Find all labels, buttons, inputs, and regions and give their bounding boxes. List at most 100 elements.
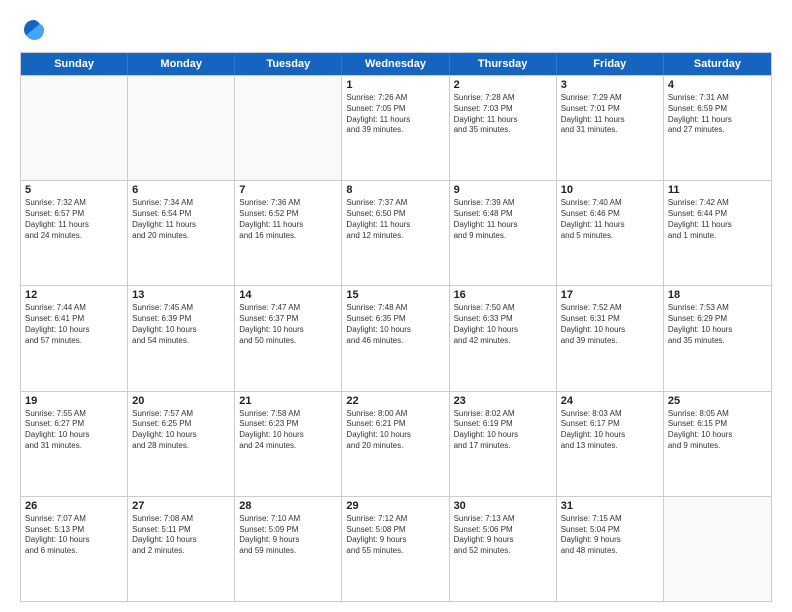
calendar-day-26: 26 Sunrise: 7:07 AM Sunset: 5:13 PM Dayli… xyxy=(21,497,128,601)
day-info: Sunrise: 7:10 AM Sunset: 5:09 PM Dayligh… xyxy=(239,514,337,557)
day-info: Sunrise: 7:57 AM Sunset: 6:25 PM Dayligh… xyxy=(132,409,230,452)
calendar-empty-cell xyxy=(21,76,128,180)
day-info: Sunrise: 7:28 AM Sunset: 7:03 PM Dayligh… xyxy=(454,93,552,136)
calendar-day-11: 11 Sunrise: 7:42 AM Sunset: 6:44 PM Dayli… xyxy=(664,181,771,285)
calendar-day-21: 21Sunrise: 7:58 AM Sunset: 6:23 PM Dayli… xyxy=(235,392,342,496)
day-info: Sunrise: 7:12 AM Sunset: 5:08 PM Dayligh… xyxy=(346,514,444,557)
day-number: 7 xyxy=(239,184,337,196)
day-number: 22 xyxy=(346,395,444,407)
day-number: 27 xyxy=(132,500,230,512)
day-number: 26 xyxy=(25,500,123,512)
header-day-monday: Monday xyxy=(128,53,235,75)
calendar-day-12: 12 Sunrise: 7:44 AM Sunset: 6:41 PM Dayli… xyxy=(21,286,128,390)
day-info: Sunrise: 7:29 AM Sunset: 7:01 PM Dayligh… xyxy=(561,93,659,136)
day-number: 17 xyxy=(561,289,659,301)
day-info: Sunrise: 7:42 AM Sunset: 6:44 PM Dayligh… xyxy=(668,198,767,241)
calendar-empty-cell xyxy=(235,76,342,180)
day-info: Sunrise: 7:26 AM Sunset: 7:05 PM Dayligh… xyxy=(346,93,444,136)
day-number: 25 xyxy=(668,395,767,407)
day-info: Sunrise: 8:03 AM Sunset: 6:17 PM Dayligh… xyxy=(561,409,659,452)
day-number: 10 xyxy=(561,184,659,196)
day-info: Sunrise: 7:34 AM Sunset: 6:54 PM Dayligh… xyxy=(132,198,230,241)
day-info: Sunrise: 7:39 AM Sunset: 6:48 PM Dayligh… xyxy=(454,198,552,241)
day-number: 12 xyxy=(25,289,123,301)
day-number: 6 xyxy=(132,184,230,196)
day-info: Sunrise: 7:31 AM Sunset: 6:59 PM Dayligh… xyxy=(668,93,767,136)
day-number: 14 xyxy=(239,289,337,301)
calendar-empty-cell xyxy=(128,76,235,180)
day-info: Sunrise: 7:08 AM Sunset: 5:11 PM Dayligh… xyxy=(132,514,230,557)
header-day-sunday: Sunday xyxy=(21,53,128,75)
calendar-day-6: 6 Sunrise: 7:34 AM Sunset: 6:54 PM Daylig… xyxy=(128,181,235,285)
day-number: 2 xyxy=(454,79,552,91)
calendar-empty-cell xyxy=(664,497,771,601)
day-number: 1 xyxy=(346,79,444,91)
header-day-wednesday: Wednesday xyxy=(342,53,449,75)
day-number: 19 xyxy=(25,395,123,407)
day-info: Sunrise: 7:36 AM Sunset: 6:52 PM Dayligh… xyxy=(239,198,337,241)
calendar-day-17: 17 Sunrise: 7:52 AM Sunset: 6:31 PM Dayli… xyxy=(557,286,664,390)
header-day-friday: Friday xyxy=(557,53,664,75)
day-info: Sunrise: 7:53 AM Sunset: 6:29 PM Dayligh… xyxy=(668,303,767,346)
calendar-day-1: 1 Sunrise: 7:26 AM Sunset: 7:05 PM Daylig… xyxy=(342,76,449,180)
calendar-row-3: 19 Sunrise: 7:55 AM Sunset: 6:27 PM Dayli… xyxy=(21,391,771,496)
calendar-day-8: 8 Sunrise: 7:37 AM Sunset: 6:50 PM Daylig… xyxy=(342,181,449,285)
day-info: Sunrise: 7:47 AM Sunset: 6:37 PM Dayligh… xyxy=(239,303,337,346)
day-info: Sunrise: 7:40 AM Sunset: 6:46 PM Dayligh… xyxy=(561,198,659,241)
day-number: 15 xyxy=(346,289,444,301)
day-number: 24 xyxy=(561,395,659,407)
calendar: SundayMondayTuesdayWednesdayThursdayFrid… xyxy=(20,52,772,602)
calendar-day-27: 27 Sunrise: 7:08 AM Sunset: 5:11 PM Dayli… xyxy=(128,497,235,601)
day-info: Sunrise: 7:32 AM Sunset: 6:57 PM Dayligh… xyxy=(25,198,123,241)
day-number: 9 xyxy=(454,184,552,196)
day-number: 11 xyxy=(668,184,767,196)
day-info: Sunrise: 8:02 AM Sunset: 6:19 PM Dayligh… xyxy=(454,409,552,452)
day-number: 20 xyxy=(132,395,230,407)
calendar-day-18: 18Sunrise: 7:53 AM Sunset: 6:29 PM Dayli… xyxy=(664,286,771,390)
logo xyxy=(20,16,52,44)
calendar-body: 1 Sunrise: 7:26 AM Sunset: 7:05 PM Daylig… xyxy=(21,75,771,601)
day-number: 28 xyxy=(239,500,337,512)
day-info: Sunrise: 7:15 AM Sunset: 5:04 PM Dayligh… xyxy=(561,514,659,557)
page: SundayMondayTuesdayWednesdayThursdayFrid… xyxy=(0,0,792,612)
calendar-day-30: 30Sunrise: 7:13 AM Sunset: 5:06 PM Dayli… xyxy=(450,497,557,601)
calendar-row-2: 12 Sunrise: 7:44 AM Sunset: 6:41 PM Dayli… xyxy=(21,285,771,390)
day-number: 16 xyxy=(454,289,552,301)
header-day-thursday: Thursday xyxy=(450,53,557,75)
day-number: 5 xyxy=(25,184,123,196)
calendar-day-3: 3Sunrise: 7:29 AM Sunset: 7:01 PM Daylig… xyxy=(557,76,664,180)
day-info: Sunrise: 7:58 AM Sunset: 6:23 PM Dayligh… xyxy=(239,409,337,452)
calendar-day-23: 23Sunrise: 8:02 AM Sunset: 6:19 PM Dayli… xyxy=(450,392,557,496)
header-day-tuesday: Tuesday xyxy=(235,53,342,75)
calendar-day-31: 31 Sunrise: 7:15 AM Sunset: 5:04 PM Dayli… xyxy=(557,497,664,601)
calendar-day-25: 25Sunrise: 8:05 AM Sunset: 6:15 PM Dayli… xyxy=(664,392,771,496)
calendar-day-13: 13Sunrise: 7:45 AM Sunset: 6:39 PM Dayli… xyxy=(128,286,235,390)
calendar-day-20: 20 Sunrise: 7:57 AM Sunset: 6:25 PM Dayli… xyxy=(128,392,235,496)
day-info: Sunrise: 7:52 AM Sunset: 6:31 PM Dayligh… xyxy=(561,303,659,346)
calendar-day-7: 7 Sunrise: 7:36 AM Sunset: 6:52 PM Daylig… xyxy=(235,181,342,285)
calendar-day-2: 2 Sunrise: 7:28 AM Sunset: 7:03 PM Daylig… xyxy=(450,76,557,180)
header-day-saturday: Saturday xyxy=(664,53,771,75)
calendar-day-14: 14 Sunrise: 7:47 AM Sunset: 6:37 PM Dayli… xyxy=(235,286,342,390)
day-info: Sunrise: 8:00 AM Sunset: 6:21 PM Dayligh… xyxy=(346,409,444,452)
header xyxy=(20,16,772,44)
day-info: Sunrise: 7:48 AM Sunset: 6:35 PM Dayligh… xyxy=(346,303,444,346)
calendar-header: SundayMondayTuesdayWednesdayThursdayFrid… xyxy=(21,53,771,75)
day-info: Sunrise: 7:55 AM Sunset: 6:27 PM Dayligh… xyxy=(25,409,123,452)
day-info: Sunrise: 7:07 AM Sunset: 5:13 PM Dayligh… xyxy=(25,514,123,557)
day-number: 29 xyxy=(346,500,444,512)
day-info: Sunrise: 7:44 AM Sunset: 6:41 PM Dayligh… xyxy=(25,303,123,346)
day-number: 30 xyxy=(454,500,552,512)
calendar-day-15: 15 Sunrise: 7:48 AM Sunset: 6:35 PM Dayli… xyxy=(342,286,449,390)
calendar-day-28: 28 Sunrise: 7:10 AM Sunset: 5:09 PM Dayli… xyxy=(235,497,342,601)
day-number: 8 xyxy=(346,184,444,196)
calendar-row-1: 5 Sunrise: 7:32 AM Sunset: 6:57 PM Daylig… xyxy=(21,180,771,285)
calendar-day-29: 29 Sunrise: 7:12 AM Sunset: 5:08 PM Dayli… xyxy=(342,497,449,601)
day-info: Sunrise: 7:37 AM Sunset: 6:50 PM Dayligh… xyxy=(346,198,444,241)
day-number: 13 xyxy=(132,289,230,301)
calendar-day-19: 19 Sunrise: 7:55 AM Sunset: 6:27 PM Dayli… xyxy=(21,392,128,496)
calendar-day-22: 22 Sunrise: 8:00 AM Sunset: 6:21 PM Dayli… xyxy=(342,392,449,496)
calendar-day-5: 5 Sunrise: 7:32 AM Sunset: 6:57 PM Daylig… xyxy=(21,181,128,285)
calendar-day-4: 4Sunrise: 7:31 AM Sunset: 6:59 PM Daylig… xyxy=(664,76,771,180)
day-number: 31 xyxy=(561,500,659,512)
